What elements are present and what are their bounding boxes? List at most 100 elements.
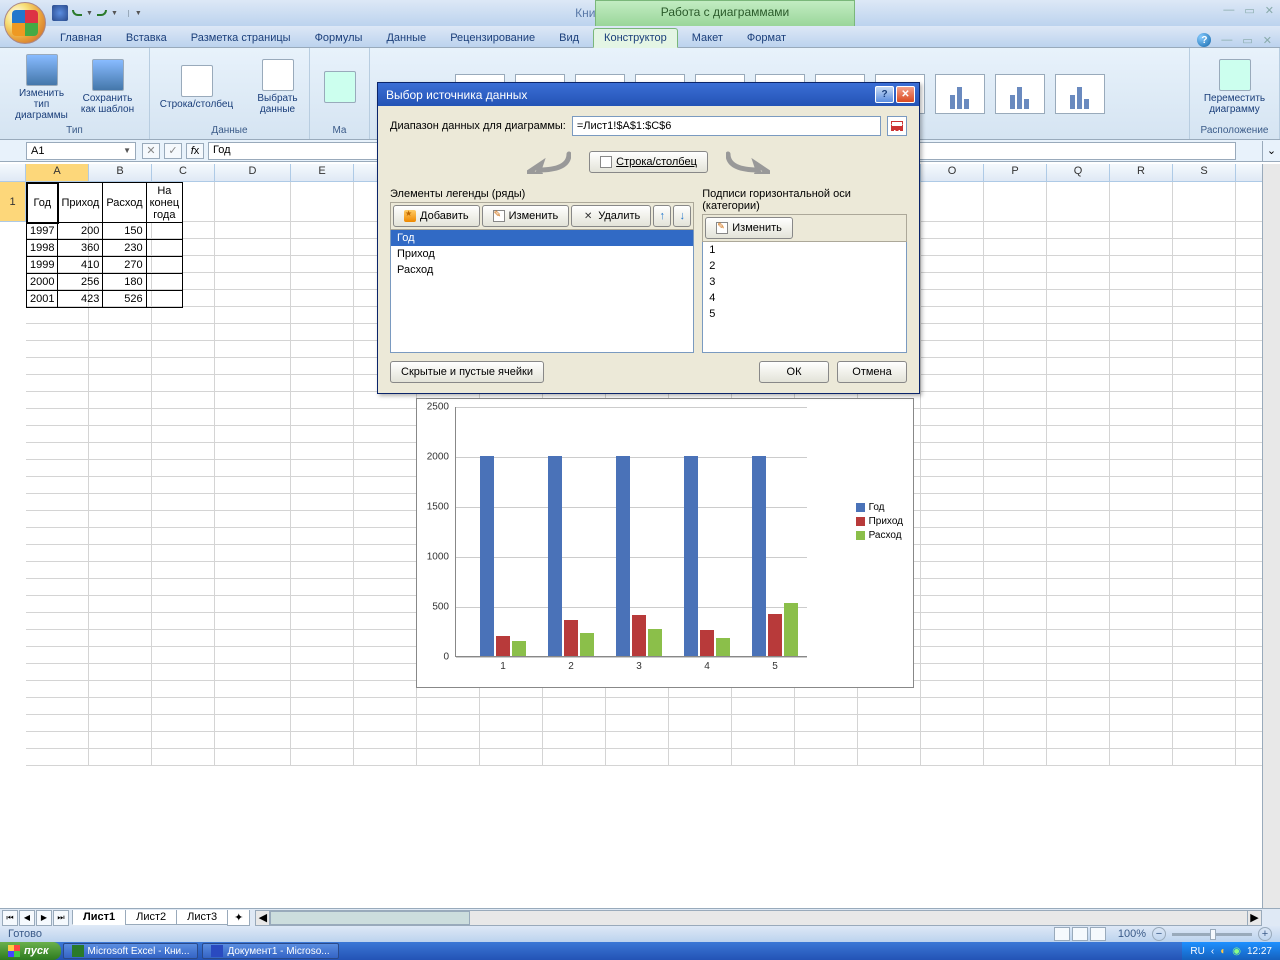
- sheet-tab-1[interactable]: Лист1: [72, 910, 126, 925]
- sheet-nav-prev[interactable]: ◀: [19, 910, 35, 926]
- series-list[interactable]: Год Приход Расход: [390, 230, 694, 353]
- chart-layouts-gallery[interactable]: [310, 71, 370, 103]
- normal-view-button[interactable]: [1054, 927, 1070, 941]
- new-sheet-button[interactable]: ✦: [227, 910, 250, 926]
- cell-a2[interactable]: 1997: [27, 223, 58, 240]
- sheet-nav-next[interactable]: ▶: [36, 910, 52, 926]
- dialog-titlebar[interactable]: Выбор источника данных ? ✕: [378, 83, 919, 106]
- chart-range-input[interactable]: [572, 116, 881, 136]
- move-chart-button[interactable]: Переместить диаграмму: [1195, 59, 1275, 115]
- row-header[interactable]: 1: [0, 182, 26, 222]
- add-series-button[interactable]: Добавить: [393, 205, 480, 227]
- sheet-nav-last[interactable]: ⏭: [53, 910, 69, 926]
- page-break-view-button[interactable]: [1090, 927, 1106, 941]
- zoom-label[interactable]: 100%: [1118, 928, 1146, 940]
- redo-icon[interactable]: [97, 10, 107, 16]
- restore-icon[interactable]: ▭: [1244, 4, 1254, 17]
- dialog-help-button[interactable]: ?: [875, 86, 894, 103]
- select-data-button[interactable]: Выбрать данные: [248, 59, 308, 115]
- category-list-item[interactable]: 1: [703, 242, 906, 258]
- qat-customize-dropdown[interactable]: ▼: [128, 10, 142, 17]
- cancel-edit-icon[interactable]: ✕: [142, 143, 160, 159]
- zoom-in-button[interactable]: +: [1258, 927, 1272, 941]
- save-icon[interactable]: [52, 5, 68, 21]
- tray-icon[interactable]: ‹: [1211, 946, 1214, 957]
- tab-chart-layout[interactable]: Макет: [682, 29, 733, 47]
- category-list-item[interactable]: 2: [703, 258, 906, 274]
- switch-row-column-button[interactable]: Строка/столбец: [152, 65, 242, 110]
- cell-d5[interactable]: [146, 274, 183, 291]
- tray-icon[interactable]: ◐: [1220, 946, 1226, 957]
- column-header[interactable]: S: [1173, 164, 1236, 181]
- column-header[interactable]: A: [26, 164, 89, 181]
- cell-b5[interactable]: 256: [58, 274, 103, 291]
- cell-d1[interactable]: На конец года: [146, 183, 183, 223]
- undo-icon[interactable]: [72, 10, 82, 16]
- switch-row-column-dialog-button[interactable]: Строка/столбец: [589, 151, 708, 173]
- cell-d4[interactable]: [146, 257, 183, 274]
- name-box-dropdown-icon[interactable]: ▼: [123, 146, 131, 155]
- cell-a3[interactable]: 1998: [27, 240, 58, 257]
- cell-b2[interactable]: 200: [58, 223, 103, 240]
- change-chart-type-button[interactable]: Изменить тип диаграммы: [12, 54, 72, 121]
- edit-series-button[interactable]: Изменить: [482, 205, 570, 227]
- cell-b4[interactable]: 410: [58, 257, 103, 274]
- tab-formulas[interactable]: Формулы: [305, 29, 373, 47]
- category-list-item[interactable]: 5: [703, 306, 906, 322]
- hidden-cells-button[interactable]: Скрытые и пустые ячейки: [390, 361, 544, 383]
- cell-a6[interactable]: 2001: [27, 291, 58, 308]
- dialog-close-button[interactable]: ✕: [896, 86, 915, 103]
- save-template-button[interactable]: Сохранить как шаблон: [78, 59, 138, 115]
- move-down-button[interactable]: ↓: [673, 205, 691, 227]
- undo-dropdown[interactable]: ▼: [86, 10, 93, 17]
- cell-a5[interactable]: 2000: [27, 274, 58, 291]
- tab-view[interactable]: Вид: [549, 29, 589, 47]
- clock[interactable]: 12:27: [1247, 946, 1272, 957]
- column-header[interactable]: Q: [1047, 164, 1110, 181]
- redo-dropdown[interactable]: ▼: [111, 10, 118, 17]
- cell-d2[interactable]: [146, 223, 183, 240]
- cancel-button[interactable]: Отмена: [837, 361, 907, 383]
- tab-data[interactable]: Данные: [376, 29, 436, 47]
- category-list-item[interactable]: 4: [703, 290, 906, 306]
- cell-b6[interactable]: 423: [58, 291, 103, 308]
- cell-b3[interactable]: 360: [58, 240, 103, 257]
- cell-c4[interactable]: 270: [103, 257, 146, 274]
- delete-series-button[interactable]: Удалить: [571, 205, 651, 227]
- tab-review[interactable]: Рецензирование: [440, 29, 545, 47]
- sheet-tab-3[interactable]: Лист3: [176, 910, 228, 925]
- language-indicator[interactable]: RU: [1190, 946, 1204, 957]
- office-button[interactable]: [4, 2, 46, 44]
- minimize-icon[interactable]: —: [1223, 4, 1234, 17]
- ribbon-close-icon[interactable]: ✕: [1263, 34, 1272, 47]
- cell-a4[interactable]: 1999: [27, 257, 58, 274]
- tab-insert[interactable]: Вставка: [116, 29, 177, 47]
- tray-icon[interactable]: ◉: [1232, 946, 1241, 957]
- category-list-item[interactable]: 3: [703, 274, 906, 290]
- series-list-item[interactable]: Приход: [391, 246, 693, 262]
- series-list-item[interactable]: Год: [391, 230, 693, 246]
- column-header[interactable]: P: [984, 164, 1047, 181]
- column-header[interactable]: E: [291, 164, 354, 181]
- taskbar-item-excel[interactable]: Microsoft Excel - Кни...: [63, 943, 199, 959]
- tab-design[interactable]: Конструктор: [593, 28, 678, 48]
- confirm-edit-icon[interactable]: ✓: [164, 143, 182, 159]
- cell-c5[interactable]: 180: [103, 274, 146, 291]
- select-all-corner[interactable]: [0, 164, 26, 181]
- vertical-scrollbar[interactable]: [1262, 164, 1280, 908]
- chart-style-thumb[interactable]: [935, 74, 985, 114]
- tab-format[interactable]: Формат: [737, 29, 796, 47]
- embedded-chart[interactable]: 0500100015002000250012345 Год Приход Рас…: [416, 398, 914, 688]
- zoom-slider[interactable]: [1172, 933, 1252, 936]
- chart-legend[interactable]: Год Приход Расход: [856, 499, 903, 544]
- cell-c1[interactable]: Расход: [103, 183, 146, 223]
- chart-style-thumb[interactable]: [995, 74, 1045, 114]
- column-header[interactable]: D: [215, 164, 291, 181]
- cell-c6[interactable]: 526: [103, 291, 146, 308]
- column-header[interactable]: B: [89, 164, 152, 181]
- column-header[interactable]: O: [921, 164, 984, 181]
- sheet-nav-first[interactable]: ⏮: [2, 910, 18, 926]
- horizontal-scrollbar[interactable]: ◀▶: [255, 910, 1262, 926]
- plot-area[interactable]: 0500100015002000250012345: [455, 407, 807, 657]
- ribbon-minimize-icon[interactable]: —: [1221, 34, 1232, 46]
